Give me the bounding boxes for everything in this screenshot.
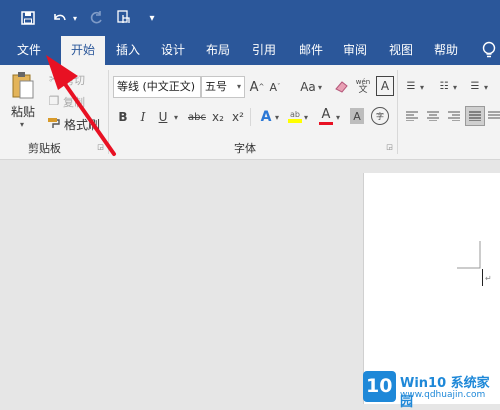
watermark-url: www.qdhuajin.com <box>400 390 486 400</box>
watermark-number: 10 <box>366 375 393 397</box>
watermark: 10 Win10 系统家园 www.qdhuajin.com <box>362 369 500 410</box>
annotation-arrow <box>46 55 116 156</box>
